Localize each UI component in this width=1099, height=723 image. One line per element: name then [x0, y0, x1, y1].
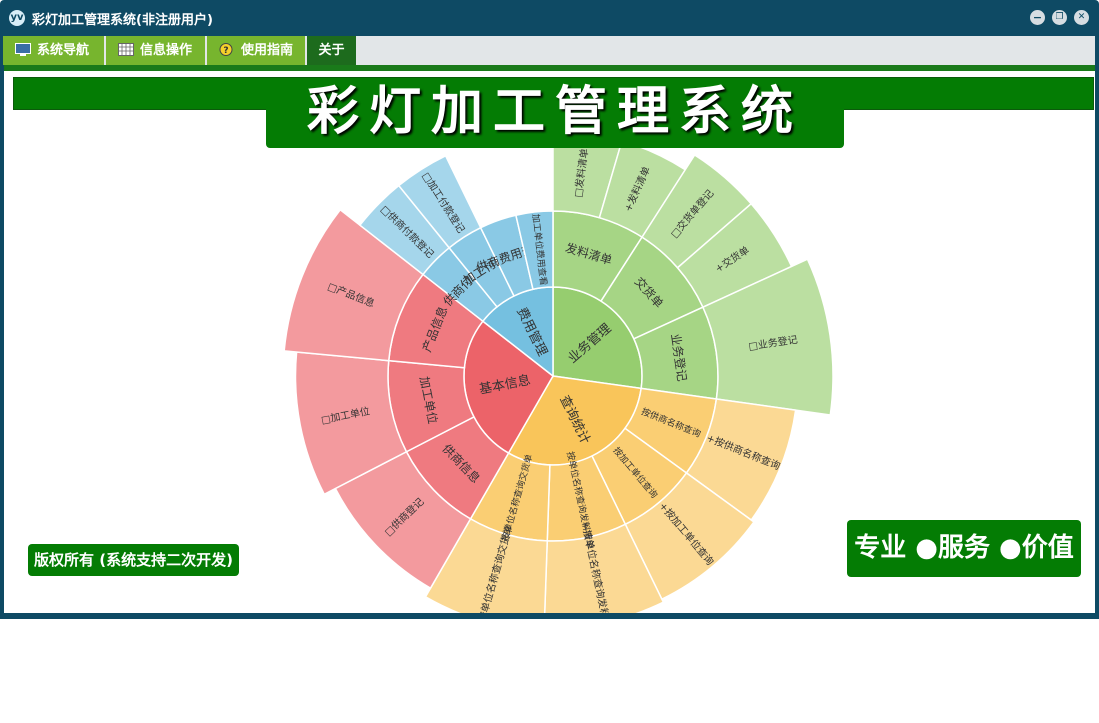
- app-window: yv 彩灯加工管理系统(非注册用户) − ❐ ✕ 系统导航 信息操作 ? 使用指南…: [0, 0, 1099, 619]
- app-logo-icon: yv: [9, 10, 25, 26]
- monitor-icon: [15, 43, 31, 56]
- minimize-button[interactable]: −: [1030, 10, 1045, 25]
- title-bar[interactable]: yv 彩灯加工管理系统(非注册用户) − ❐ ✕: [0, 0, 1099, 36]
- slogan-label: 专业 ●服务 ●价值: [847, 520, 1081, 577]
- svg-text:?: ?: [223, 46, 228, 56]
- help-icon: ?: [219, 43, 233, 56]
- restore-button[interactable]: ❐: [1052, 10, 1067, 25]
- menu-about[interactable]: 关于: [307, 36, 358, 65]
- menu-user-guide[interactable]: ? 使用指南: [207, 36, 307, 65]
- menu-info-ops[interactable]: 信息操作: [106, 36, 207, 65]
- window-bottom-edge: [3, 613, 1096, 617]
- grid-icon: [118, 43, 134, 56]
- menu-bar: 系统导航 信息操作 ? 使用指南 关于: [3, 36, 1095, 65]
- menu-label: 系统导航: [37, 43, 90, 58]
- menu-system-nav[interactable]: 系统导航: [3, 36, 106, 65]
- menu-label: 关于: [318, 43, 345, 58]
- page-title: 彩灯加工管理系统: [266, 79, 844, 148]
- menu-label: 使用指南: [241, 43, 294, 58]
- main-panel: □发料清单 +发料清单 发料清单 □交货单登记 +交货单 交货单 □业务登记 业务登记 业务管理…: [4, 65, 1095, 613]
- menu-label: 信息操作: [140, 43, 193, 58]
- copyright-label: 版权所有 (系统支持二次开发): [28, 544, 239, 576]
- close-button[interactable]: ✕: [1074, 10, 1089, 25]
- window-title: 彩灯加工管理系统(非注册用户): [32, 13, 213, 28]
